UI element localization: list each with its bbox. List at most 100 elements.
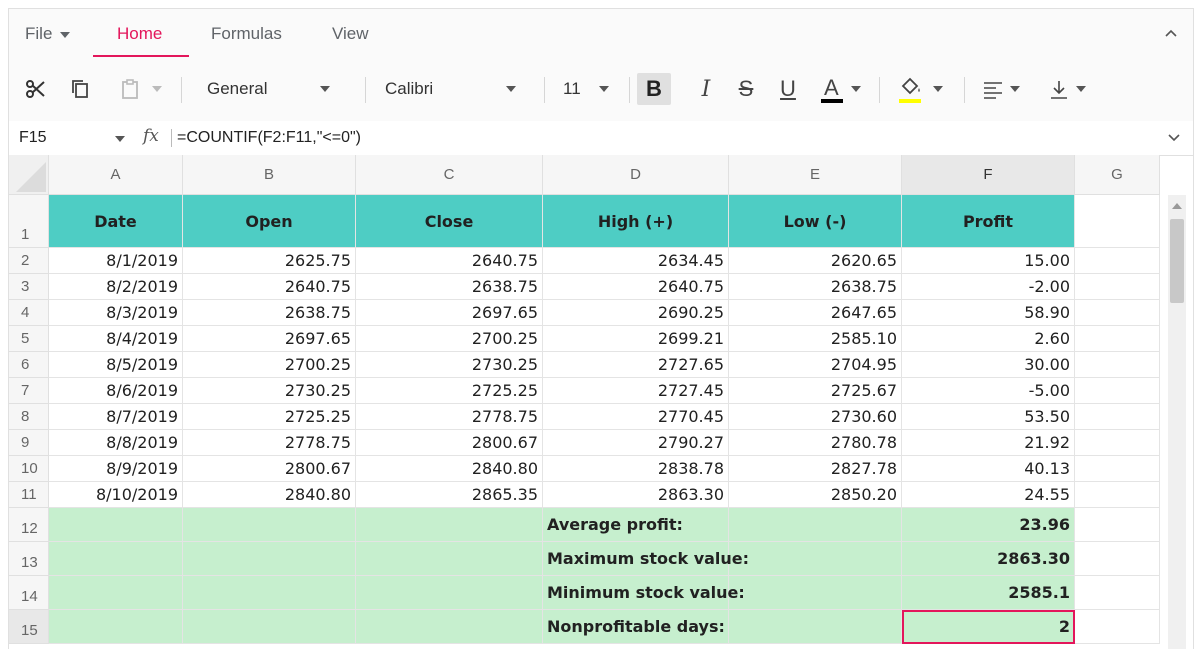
copy-icon[interactable] [65, 73, 95, 105]
empty-cell[interactable] [1075, 326, 1160, 352]
data-cell[interactable]: 30.00 [902, 352, 1075, 378]
horizontal-align-dropdown[interactable] [977, 73, 1025, 105]
data-cell[interactable]: 2700.25 [183, 352, 356, 378]
row-header-12[interactable]: 12 [9, 508, 49, 542]
summary-label-cell[interactable]: Average profit: [543, 508, 729, 542]
empty-cell[interactable] [1075, 430, 1160, 456]
summary-empty-cell[interactable] [49, 610, 183, 644]
row-header-3[interactable]: 3 [9, 274, 49, 300]
empty-cell[interactable] [1075, 352, 1160, 378]
column-header-e[interactable]: E [729, 155, 902, 195]
empty-cell[interactable] [1075, 542, 1160, 576]
summary-value-cell[interactable]: 2863.30 [902, 542, 1075, 576]
row-header-1[interactable]: 1 [9, 195, 49, 248]
empty-cell[interactable] [1075, 576, 1160, 610]
summary-value-cell[interactable]: 2585.1 [902, 576, 1075, 610]
empty-cell[interactable] [1075, 610, 1160, 644]
summary-empty-cell[interactable] [356, 542, 543, 576]
summary-empty-cell[interactable] [356, 508, 543, 542]
summary-empty-cell[interactable] [729, 508, 902, 542]
data-cell[interactable]: 2727.45 [543, 378, 729, 404]
vertical-align-dropdown[interactable] [1043, 73, 1091, 105]
strikethrough-button[interactable]: S [731, 73, 761, 105]
data-cell[interactable]: 21.92 [902, 430, 1075, 456]
data-cell[interactable]: 2725.67 [729, 378, 902, 404]
row-header-10[interactable]: 10 [9, 456, 49, 482]
row-header-4[interactable]: 4 [9, 300, 49, 326]
empty-cell[interactable] [1075, 300, 1160, 326]
data-cell[interactable]: 2638.75 [356, 274, 543, 300]
empty-cell[interactable] [1075, 274, 1160, 300]
data-cell[interactable]: 2778.75 [356, 404, 543, 430]
data-cell[interactable]: 40.13 [902, 456, 1075, 482]
summary-empty-cell[interactable] [183, 508, 356, 542]
paste-icon[interactable] [115, 73, 145, 105]
summary-empty-cell[interactable] [356, 576, 543, 610]
data-cell[interactable]: 8/8/2019 [49, 430, 183, 456]
scroll-up-icon[interactable] [1172, 203, 1182, 209]
data-cell[interactable]: 2640.75 [356, 248, 543, 274]
data-cell[interactable]: 2840.80 [356, 456, 543, 482]
data-cell[interactable]: 2585.10 [729, 326, 902, 352]
empty-cell[interactable] [1075, 378, 1160, 404]
summary-value-cell[interactable]: 23.96 [902, 508, 1075, 542]
collapse-ribbon-icon[interactable] [1161, 23, 1181, 43]
row-header-5[interactable]: 5 [9, 326, 49, 352]
data-cell[interactable]: 2840.80 [183, 482, 356, 508]
summary-empty-cell[interactable] [49, 508, 183, 542]
data-cell[interactable]: 2863.30 [543, 482, 729, 508]
summary-empty-cell[interactable] [183, 576, 356, 610]
empty-cell[interactable] [1075, 482, 1160, 508]
data-cell[interactable]: 2699.21 [543, 326, 729, 352]
empty-cell[interactable] [1075, 404, 1160, 430]
data-cell[interactable]: 2800.67 [183, 456, 356, 482]
summary-label-cell[interactable]: Maximum stock value: [543, 542, 749, 576]
row-header-9[interactable]: 9 [9, 430, 49, 456]
data-cell[interactable]: 8/5/2019 [49, 352, 183, 378]
data-cell[interactable]: 24.55 [902, 482, 1075, 508]
data-cell[interactable]: 2770.45 [543, 404, 729, 430]
data-cell[interactable]: 2690.25 [543, 300, 729, 326]
tab-formulas[interactable]: Formulas [211, 9, 282, 59]
sheet-grid[interactable]: A B C D E F G 1 2 3 4 5 6 7 8 9 10 11 12 13 14 15 Date Open Clos… [9, 155, 1193, 649]
column-header-d[interactable]: D [543, 155, 729, 195]
summary-empty-cell[interactable] [729, 576, 902, 610]
row-header-2[interactable]: 2 [9, 248, 49, 274]
data-cell[interactable]: 8/10/2019 [49, 482, 183, 508]
empty-cell[interactable] [1075, 248, 1160, 274]
row-header-6[interactable]: 6 [9, 352, 49, 378]
fill-color-dropdown[interactable] [893, 73, 949, 105]
summary-empty-cell[interactable] [49, 542, 183, 576]
row-header-8[interactable]: 8 [9, 404, 49, 430]
row-header-7[interactable]: 7 [9, 378, 49, 404]
data-cell[interactable]: 2697.65 [183, 326, 356, 352]
data-cell[interactable]: 2827.78 [729, 456, 902, 482]
summary-empty-cell[interactable] [729, 610, 902, 644]
summary-empty-cell[interactable] [729, 542, 902, 576]
summary-value-cell[interactable]: 2 [902, 610, 1075, 644]
column-header-f[interactable]: F [902, 155, 1075, 195]
fx-icon[interactable]: fx [143, 126, 159, 146]
header-cell[interactable]: Close [356, 195, 543, 248]
data-cell[interactable]: 8/4/2019 [49, 326, 183, 352]
data-cell[interactable]: 2838.78 [543, 456, 729, 482]
row-header-14[interactable]: 14 [9, 576, 49, 610]
summary-empty-cell[interactable] [183, 542, 356, 576]
column-header-b[interactable]: B [183, 155, 356, 195]
font-color-dropdown[interactable]: A [817, 73, 865, 105]
column-header-c[interactable]: C [356, 155, 543, 195]
name-box[interactable]: F15 [19, 129, 47, 147]
expand-formula-bar-icon[interactable] [1167, 131, 1181, 150]
data-cell[interactable]: 2725.25 [356, 378, 543, 404]
data-cell[interactable]: 2865.35 [356, 482, 543, 508]
column-header-g[interactable]: G [1075, 155, 1160, 195]
data-cell[interactable]: 2638.75 [183, 300, 356, 326]
data-cell[interactable]: 2640.75 [183, 274, 356, 300]
summary-empty-cell[interactable] [183, 610, 356, 644]
data-cell[interactable]: 58.90 [902, 300, 1075, 326]
cut-icon[interactable] [21, 73, 51, 105]
header-cell[interactable]: Date [49, 195, 183, 248]
data-cell[interactable]: 2850.20 [729, 482, 902, 508]
data-cell[interactable]: 2730.25 [183, 378, 356, 404]
data-cell[interactable]: 2800.67 [356, 430, 543, 456]
